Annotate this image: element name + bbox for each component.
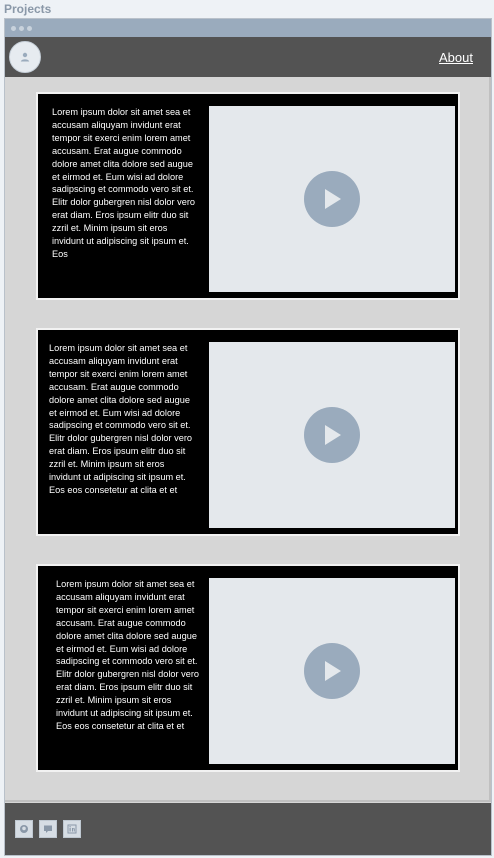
window-titlebar bbox=[5, 19, 491, 37]
play-icon bbox=[325, 425, 341, 445]
project-card: Lorem ipsum dolor sit amet sea et accusa… bbox=[36, 92, 460, 300]
github-icon bbox=[20, 825, 28, 833]
video-player[interactable] bbox=[209, 106, 455, 292]
linkedin-icon bbox=[67, 824, 77, 834]
window-dot-icon[interactable] bbox=[19, 25, 24, 31]
project-description: Lorem ipsum dolor sit amet sea et accusa… bbox=[52, 107, 195, 259]
video-player[interactable] bbox=[209, 342, 455, 528]
chat-icon bbox=[44, 825, 52, 833]
play-button[interactable] bbox=[304, 171, 360, 227]
project-description: Lorem ipsum dolor sit amet sea et accusa… bbox=[56, 579, 199, 731]
page-title: Projects bbox=[4, 2, 52, 16]
project-card: Lorem ipsum dolor sit amet sea et accusa… bbox=[36, 564, 460, 772]
play-icon bbox=[325, 661, 341, 681]
project-description: Lorem ipsum dolor sit amet sea et accusa… bbox=[49, 343, 192, 495]
project-card: Lorem ipsum dolor sit amet sea et accusa… bbox=[36, 328, 460, 536]
play-button[interactable] bbox=[304, 407, 360, 463]
avatar[interactable] bbox=[9, 41, 41, 73]
video-player[interactable] bbox=[209, 578, 455, 764]
linkedin-link[interactable] bbox=[63, 820, 81, 838]
play-button[interactable] bbox=[304, 643, 360, 699]
browser-window: About Lorem ipsum dolor sit amet sea et … bbox=[4, 18, 492, 856]
github-link[interactable] bbox=[15, 820, 33, 838]
chat-link[interactable] bbox=[39, 820, 57, 838]
about-link[interactable]: About bbox=[439, 50, 473, 65]
play-icon bbox=[325, 189, 341, 209]
window-dot-icon[interactable] bbox=[27, 25, 32, 31]
project-list: Lorem ipsum dolor sit amet sea et accusa… bbox=[5, 77, 491, 802]
window-dot-icon[interactable] bbox=[11, 25, 16, 31]
user-icon bbox=[20, 52, 30, 62]
site-footer bbox=[5, 803, 491, 855]
site-header: About bbox=[5, 37, 491, 77]
